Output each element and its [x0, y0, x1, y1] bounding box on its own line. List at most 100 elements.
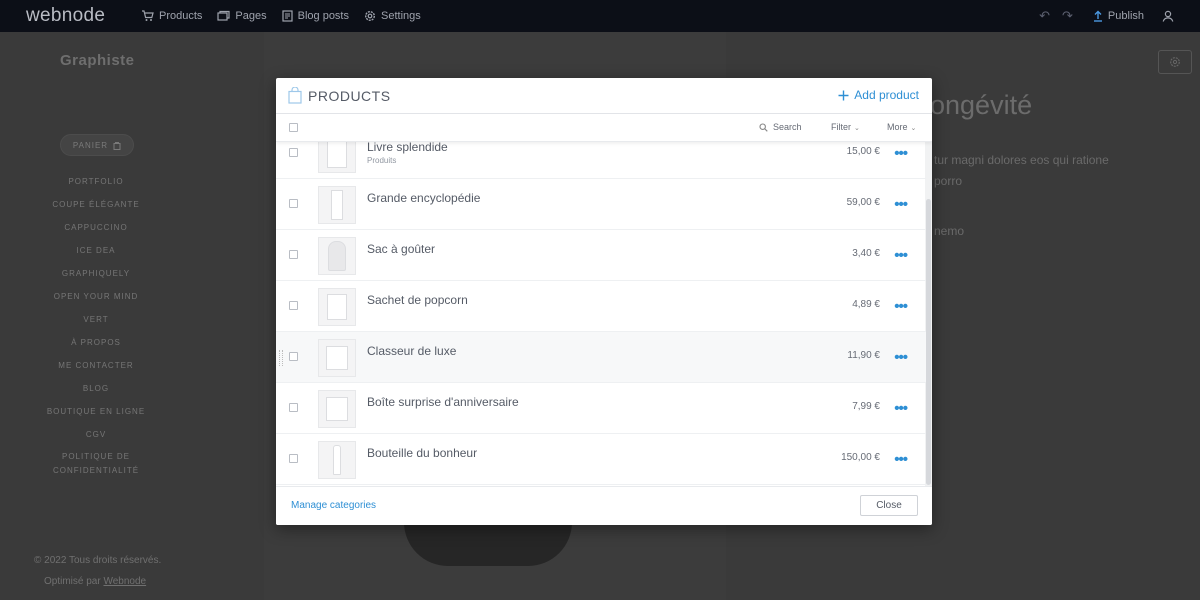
product-name[interactable]: Grande encyclopédie [367, 191, 480, 205]
site-title[interactable]: Graphiste [60, 52, 135, 69]
more-dropdown[interactable]: More ⌄ [887, 122, 916, 132]
nav-pages[interactable]: Pages [217, 10, 267, 22]
product-row[interactable]: Classeur de luxe 11,90 € ••• [276, 332, 926, 383]
row-checkbox[interactable] [289, 148, 298, 157]
bag-icon [113, 141, 121, 150]
drag-handle-icon[interactable] [279, 350, 283, 366]
select-all-checkbox[interactable] [289, 123, 298, 132]
page-heading-fragment: ongévité [930, 90, 1033, 120]
cart-icon [142, 10, 154, 21]
product-price: 4,89 € [852, 299, 880, 310]
site-menu-item[interactable]: ME CONTACTER [40, 354, 152, 377]
footer-copyright: © 2022 Tous droits réservés. [34, 555, 162, 566]
footer-powered-by: Optimisé par Webnode [44, 576, 146, 587]
site-menu-item[interactable]: CGV [40, 423, 152, 446]
product-name[interactable]: Boîte surprise d'anniversaire [367, 395, 519, 409]
more-options-icon[interactable]: ••• [894, 196, 908, 213]
webnode-logo[interactable]: webnode [26, 5, 105, 27]
product-price: 7,99 € [852, 401, 880, 412]
dialog-header: PRODUCTS Add product [276, 78, 932, 114]
blog-icon [282, 10, 293, 22]
product-name[interactable]: Classeur de luxe [367, 344, 456, 358]
row-checkbox[interactable] [289, 403, 298, 412]
row-checkbox[interactable] [289, 199, 298, 208]
upload-icon [1093, 10, 1102, 22]
site-menu-item[interactable]: POLITIQUE DE CONFIDENTIALITÉ [40, 446, 152, 476]
product-row[interactable]: Grande encyclopédie 59,00 € ••• [276, 179, 926, 230]
product-thumbnail [318, 288, 356, 326]
filter-label: Filter [831, 122, 851, 132]
product-name[interactable]: Livre splendide [367, 142, 448, 154]
top-nav: Products Pages Blog posts Settings [141, 0, 436, 32]
site-settings-icon[interactable] [1158, 50, 1192, 74]
more-options-icon[interactable]: ••• [894, 298, 908, 315]
product-thumbnail [318, 441, 356, 479]
row-checkbox[interactable] [289, 301, 298, 310]
nav-settings-label: Settings [381, 10, 421, 22]
more-options-icon[interactable]: ••• [894, 247, 908, 264]
undo-icon[interactable]: ↶ [1039, 8, 1050, 24]
site-menu-item[interactable]: PORTFOLIO [40, 170, 152, 193]
product-row[interactable]: Bouteille du bonheur 150,00 € ••• [276, 434, 926, 485]
product-row[interactable]: Sachet de popcorn 4,89 € ••• [276, 281, 926, 332]
paragraph-fragment: porro [934, 174, 963, 188]
search-label: Search [773, 122, 802, 132]
product-row[interactable]: Livre splendide Produits 15,00 € ••• [276, 142, 926, 179]
nav-products-label: Products [159, 10, 203, 22]
product-row[interactable]: Sac à goûter 3,40 € ••• [276, 230, 926, 281]
filter-dropdown[interactable]: Filter ⌄ [831, 122, 860, 132]
nav-blog-posts[interactable]: Blog posts [282, 10, 349, 22]
gear-icon [364, 10, 376, 22]
product-name[interactable]: Sac à goûter [367, 242, 435, 256]
product-price: 150,00 € [841, 452, 880, 463]
site-menu-item[interactable]: BLOG [40, 377, 152, 400]
site-menu-item[interactable]: GRAPHIQUELY [40, 262, 152, 285]
product-name[interactable]: Sachet de popcorn [367, 293, 468, 307]
site-menu: PORTFOLIO COUPE ÉLÉGANTE CAPPUCCINO ICE … [40, 170, 152, 476]
row-checkbox[interactable] [289, 352, 298, 361]
chevron-down-icon: ⌄ [910, 125, 917, 132]
redo-icon[interactable]: ↷ [1062, 8, 1073, 24]
more-options-icon[interactable]: ••• [894, 400, 908, 417]
more-options-icon[interactable]: ••• [894, 349, 908, 366]
product-list: Livre splendide Produits 15,00 € ••• Gra… [276, 142, 932, 486]
site-menu-item[interactable]: COUPE ÉLÉGANTE [40, 193, 152, 216]
cart-button[interactable]: PANIER [60, 134, 134, 156]
manage-categories-link[interactable]: Manage categories [291, 500, 376, 511]
site-menu-item[interactable]: ICE DEA [40, 239, 152, 262]
site-menu-item[interactable]: VERT [40, 308, 152, 331]
plus-icon [838, 90, 849, 100]
product-thumbnail [318, 339, 356, 377]
site-menu-item[interactable]: CAPPUCCINO [40, 216, 152, 239]
product-thumbnail [318, 390, 356, 428]
site-menu-item[interactable]: OPEN YOUR MIND [40, 285, 152, 308]
footer-powered-prefix: Optimisé par [44, 576, 104, 587]
dialog-title: PRODUCTS [288, 87, 391, 104]
shopping-bag-icon [288, 87, 302, 104]
site-menu-item[interactable]: À PROPOS [40, 331, 152, 354]
publish-button[interactable]: Publish [1093, 10, 1144, 22]
list-toolbar: Search Filter ⌄ More ⌄ [276, 114, 932, 142]
dialog-footer: Manage categories Close [276, 486, 932, 525]
nav-settings[interactable]: Settings [364, 10, 421, 22]
product-row[interactable]: Boîte surprise d'anniversaire 7,99 € ••• [276, 383, 926, 434]
nav-products[interactable]: Products [141, 10, 202, 22]
product-price: 15,00 € [846, 146, 880, 157]
products-dialog: PRODUCTS Add product Search Filter ⌄ More… [276, 78, 932, 525]
site-menu-item[interactable]: BOUTIQUE EN LIGNE [40, 400, 152, 423]
row-checkbox[interactable] [289, 250, 298, 259]
row-checkbox[interactable] [289, 454, 298, 463]
top-bar: webnode Products Pages Blog posts Settin… [0, 0, 1200, 32]
more-options-icon[interactable]: ••• [894, 451, 908, 468]
webnode-link[interactable]: Webnode [103, 576, 146, 587]
more-label: More [887, 122, 908, 132]
publish-label: Publish [1107, 10, 1144, 22]
search-button[interactable]: Search [759, 122, 802, 132]
add-product-button[interactable]: Add product [838, 88, 919, 102]
product-name[interactable]: Bouteille du bonheur [367, 446, 477, 460]
nav-pages-label: Pages [235, 10, 267, 22]
user-icon[interactable] [1162, 10, 1174, 22]
more-options-icon[interactable]: ••• [894, 145, 908, 162]
search-icon [759, 122, 768, 132]
close-button[interactable]: Close [860, 495, 918, 516]
